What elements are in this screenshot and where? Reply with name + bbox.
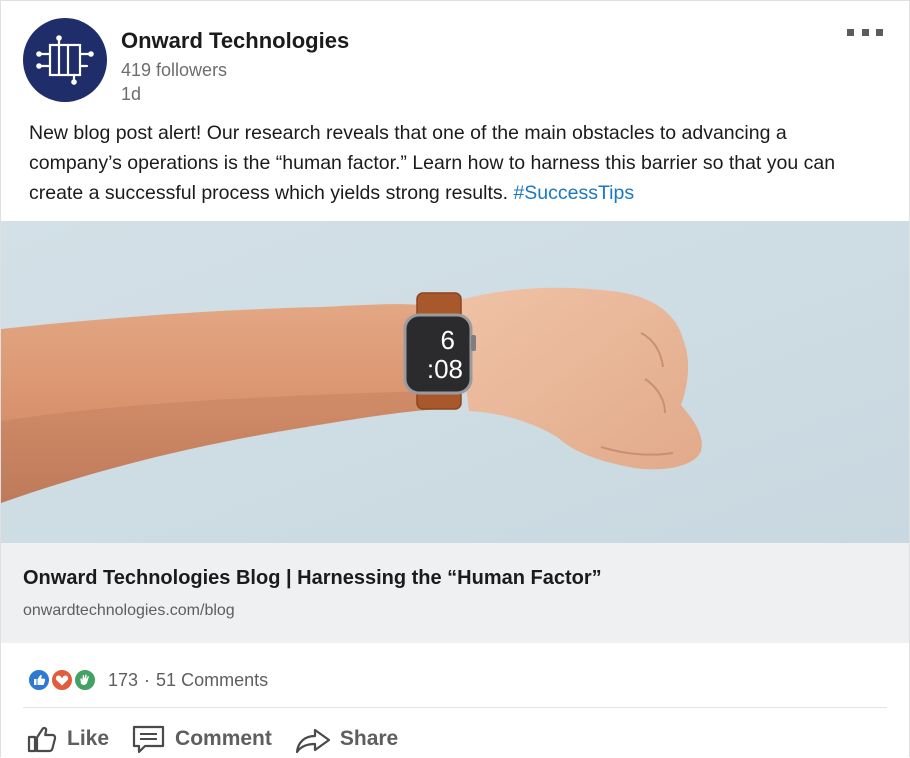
arm-with-smartwatch-image: 6 :08 [1,221,909,543]
celebrate-reaction-icon [73,668,97,692]
company-name-link[interactable]: Onward Technologies [121,28,349,54]
post-body: New blog post alert! Our research reveal… [29,118,879,208]
like-button[interactable]: Like [25,722,109,756]
post-timestamp: 1d [121,84,142,104]
link-preview[interactable]: Onward Technologies Blog | Harnessing th… [1,543,909,643]
watch-minutes: :08 [427,354,463,384]
share-arrow-icon [295,728,330,754]
share-button[interactable]: Share [294,722,398,756]
separator-dot: · [144,669,151,690]
watch-hour: 6 [441,325,455,355]
divider [23,707,887,708]
post-card: Onward Technologies 419 followers 1d New… [0,0,910,757]
more-dot-icon [847,28,854,36]
comment-label: Comment [175,727,272,750]
more-dot-icon [876,28,883,36]
link-preview-title[interactable]: Onward Technologies Blog | Harnessing th… [23,567,602,590]
link-preview-url: onwardtechnologies.com/blog [23,602,235,619]
more-dot-icon [861,28,869,36]
comment-bubble-icon [132,725,165,754]
reaction-count[interactable]: 173 [108,670,138,691]
share-label: Share [339,727,399,750]
more-options-button[interactable] [847,23,883,41]
social-counts: 173 · 51 Comments [27,667,268,693]
post-text: New blog post alert! Our research reveal… [29,122,836,204]
follower-count: 419 followers [121,60,228,80]
post-actions: Like Comment Share [25,719,420,757]
love-reaction-icon [50,668,74,692]
like-reaction-icon [27,668,51,692]
circuit-logo-icon [36,35,94,85]
like-label: Like [67,727,110,750]
post-image[interactable]: 6 :08 [1,221,909,543]
comments-count-link[interactable]: 51 Comments [156,670,268,691]
thumbs-up-icon [27,726,57,753]
hashtag-link[interactable]: #SuccessTips [513,182,634,204]
company-logo-avatar[interactable] [23,18,107,102]
comment-button[interactable]: Comment [131,722,272,756]
